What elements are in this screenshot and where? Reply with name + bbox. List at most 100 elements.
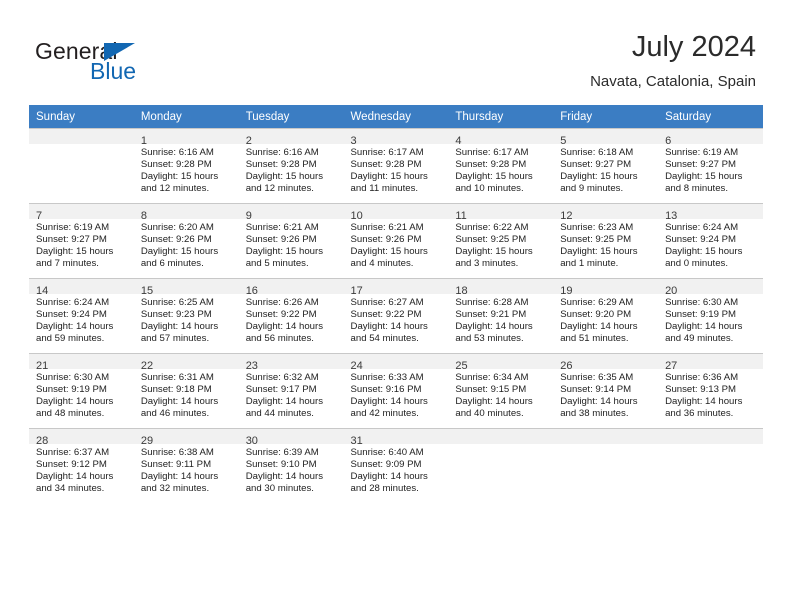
day-detail-line: Daylight: 15 hours [665,171,743,183]
calendar-day-cell[interactable]: 25 Sunrise: 6:34 AM Sunset: 9:15 PM Dayligh… [448,353,554,428]
day-detail-line: Sunset: 9:09 PM [350,459,422,471]
day-detail-line: Sunrise: 6:36 AM [665,372,739,383]
calendar-day-cell[interactable]: 26 Sunrise: 6:35 AM Sunset: 9:14 PM Dayligh… [553,353,659,428]
day-detail-text: Sunrise: 6:40 AM Sunset: 9:09 PM Daylight:… [344,444,449,495]
day-detail-text [448,444,553,447]
calendar-day-cell[interactable]: 14 Sunrise: 6:24 AM Sunset: 9:24 PM Dayligh… [29,278,134,353]
day-detail-text: Sunrise: 6:23 AM Sunset: 9:25 PM Daylight:… [553,219,658,270]
calendar-day-cell[interactable]: 15 Sunrise: 6:25 AM Sunset: 9:23 PM Dayligh… [133,278,239,353]
day-detail-line: and 8 minutes. [665,183,728,195]
calendar-day-cell[interactable]: 13 Sunrise: 6:24 AM Sunset: 9:24 PM Dayligh… [658,203,763,278]
calendar-day-cell[interactable]: 28 Sunrise: 6:37 AM Sunset: 9:12 PM Dayligh… [29,428,134,503]
day-detail-line: and 44 minutes. [245,408,314,420]
calendar-day-cell[interactable]: 1 Sunrise: 6:16 AM Sunset: 9:28 PM Daylight… [133,128,239,203]
day-detail-line: and 28 minutes. [350,483,419,495]
calendar-cell-empty [29,128,134,203]
day-detail-line: and 6 minutes. [140,258,204,270]
day-number-band: 8 [133,204,239,222]
month-calendar-table: Sunday Monday Tuesday Wednesday Thursday Frid… [29,105,763,503]
day-detail-line: Sunset: 9:12 PM [36,459,107,471]
day-detail-line: Sunset: 9:22 PM [245,309,317,321]
day-detail-line: Daylight: 15 hours [560,171,638,183]
day-detail-line: Daylight: 14 hours [560,321,638,333]
day-cell-inner: 26 Sunrise: 6:35 AM Sunset: 9:14 PM Dayligh… [553,353,659,428]
calendar-day-cell[interactable]: 7 Sunrise: 6:19 AM Sunset: 9:27 PM Daylight… [29,203,134,278]
day-number: 8 [140,210,147,222]
calendar-day-cell[interactable]: 16 Sunrise: 6:26 AM Sunset: 9:22 PM Dayligh… [238,278,344,353]
calendar-day-cell[interactable]: 19 Sunrise: 6:29 AM Sunset: 9:20 PM Dayligh… [553,278,659,353]
day-detail-line: and 53 minutes. [455,333,524,345]
calendar-day-cell[interactable]: 8 Sunrise: 6:20 AM Sunset: 9:26 PM Daylight… [133,203,239,278]
calendar-day-cell[interactable]: 17 Sunrise: 6:27 AM Sunset: 9:22 PM Dayligh… [343,278,449,353]
calendar-day-cell[interactable]: 18 Sunrise: 6:28 AM Sunset: 9:21 PM Dayligh… [448,278,554,353]
day-detail-line: Sunset: 9:19 PM [36,384,107,396]
day-detail-line: Daylight: 15 hours [36,246,114,258]
day-detail-line: Sunset: 9:27 PM [665,159,736,171]
weekday-header-sunday: Sunday [29,105,134,128]
day-detail-line: Sunset: 9:28 PM [140,159,212,171]
day-detail-line: Daylight: 15 hours [665,246,743,258]
day-detail-line: Sunset: 9:20 PM [560,309,632,321]
day-detail-line: Sunrise: 6:21 AM [350,222,424,233]
day-number-band: 19 [553,279,659,297]
day-detail-line: Sunset: 9:26 PM [140,234,212,246]
day-cell-inner: 22 Sunrise: 6:31 AM Sunset: 9:18 PM Dayligh… [133,353,239,428]
day-number-band: 13 [658,204,763,222]
day-detail-text: Sunrise: 6:16 AM Sunset: 9:28 PM Daylight:… [134,144,239,195]
calendar-day-cell[interactable]: 12 Sunrise: 6:23 AM Sunset: 9:25 PM Dayligh… [553,203,659,278]
day-number: 27 [665,360,678,372]
day-detail-text: Sunrise: 6:18 AM Sunset: 9:27 PM Daylight:… [553,144,658,195]
calendar-day-cell[interactable]: 6 Sunrise: 6:19 AM Sunset: 9:27 PM Daylight… [658,128,763,203]
day-detail-line: Sunset: 9:18 PM [140,384,212,396]
calendar-day-cell[interactable]: 23 Sunrise: 6:32 AM Sunset: 9:17 PM Dayligh… [238,353,344,428]
day-number-band: 28 [29,429,134,447]
day-detail-line: and 46 minutes. [140,408,210,420]
calendar-day-cell[interactable]: 3 Sunrise: 6:17 AM Sunset: 9:28 PM Daylight… [343,128,449,203]
calendar-day-cell[interactable]: 22 Sunrise: 6:31 AM Sunset: 9:18 PM Dayligh… [133,353,239,428]
calendar-day-cell[interactable]: 20 Sunrise: 6:30 AM Sunset: 9:19 PM Dayligh… [658,278,763,353]
day-cell-inner: 2 Sunrise: 6:16 AM Sunset: 9:28 PM Daylight… [238,128,344,203]
calendar-day-cell[interactable]: 11 Sunrise: 6:22 AM Sunset: 9:25 PM Dayligh… [448,203,554,278]
day-number: 9 [245,210,252,222]
day-detail-line: Sunrise: 6:25 AM [140,297,214,308]
day-detail-line: Daylight: 15 hours [245,246,324,258]
day-detail-line: Sunset: 9:21 PM [455,309,527,321]
calendar-day-cell[interactable]: 21 Sunrise: 6:30 AM Sunset: 9:19 PM Dayligh… [29,353,134,428]
calendar-day-cell[interactable]: 24 Sunrise: 6:33 AM Sunset: 9:16 PM Dayligh… [343,353,449,428]
day-detail-line: Sunset: 9:25 PM [455,234,527,246]
day-number-band: 3 [343,129,449,147]
day-number: 25 [455,360,468,372]
calendar-day-cell[interactable]: 4 Sunrise: 6:17 AM Sunset: 9:28 PM Daylight… [448,128,554,203]
day-number-band: 30 [238,429,344,447]
day-cell-inner: 27 Sunrise: 6:36 AM Sunset: 9:13 PM Dayligh… [658,353,763,428]
calendar-week-row: 7 Sunrise: 6:19 AM Sunset: 9:27 PM Daylight… [29,203,763,278]
day-detail-line: Sunset: 9:23 PM [140,309,212,321]
day-detail-line: Daylight: 14 hours [140,471,219,483]
calendar-day-cell[interactable]: 10 Sunrise: 6:21 AM Sunset: 9:26 PM Dayligh… [343,203,449,278]
day-number: 3 [350,135,357,147]
calendar-header-row: Sunday Monday Tuesday Wednesday Thursday Frid… [29,105,763,128]
day-detail-line: Daylight: 14 hours [665,396,743,408]
calendar-week-row: 14 Sunrise: 6:24 AM Sunset: 9:24 PM Dayligh… [29,278,763,353]
calendar-day-cell[interactable]: 2 Sunrise: 6:16 AM Sunset: 9:28 PM Daylight… [238,128,344,203]
day-number: 13 [665,210,678,222]
day-detail-line: Sunrise: 6:38 AM [140,447,214,458]
day-detail-line: Sunrise: 6:26 AM [245,297,319,308]
calendar-day-cell[interactable]: 29 Sunrise: 6:38 AM Sunset: 9:11 PM Dayligh… [133,428,239,503]
weekday-header-monday: Monday [133,105,239,128]
day-number-band: 17 [343,279,449,297]
day-cell-inner [448,428,554,503]
weekday-header-tuesday: Tuesday [238,105,344,128]
day-number: 30 [245,435,258,447]
day-detail-line: and 10 minutes. [455,183,524,195]
day-detail-text: Sunrise: 6:33 AM Sunset: 9:16 PM Daylight:… [344,369,449,420]
calendar-day-cell[interactable]: 5 Sunrise: 6:18 AM Sunset: 9:27 PM Daylight… [553,128,659,203]
calendar-day-cell[interactable]: 31 Sunrise: 6:40 AM Sunset: 9:09 PM Dayligh… [343,428,449,503]
day-detail-line: and 9 minutes. [560,183,624,195]
calendar-day-cell[interactable]: 27 Sunrise: 6:36 AM Sunset: 9:13 PM Dayligh… [658,353,763,428]
day-cell-inner [553,428,659,503]
day-detail-line: and 59 minutes. [36,333,105,345]
calendar-day-cell[interactable]: 30 Sunrise: 6:39 AM Sunset: 9:10 PM Dayligh… [238,428,344,503]
day-detail-text: Sunrise: 6:39 AM Sunset: 9:10 PM Daylight:… [239,444,344,495]
calendar-day-cell[interactable]: 9 Sunrise: 6:21 AM Sunset: 9:26 PM Daylight… [238,203,344,278]
